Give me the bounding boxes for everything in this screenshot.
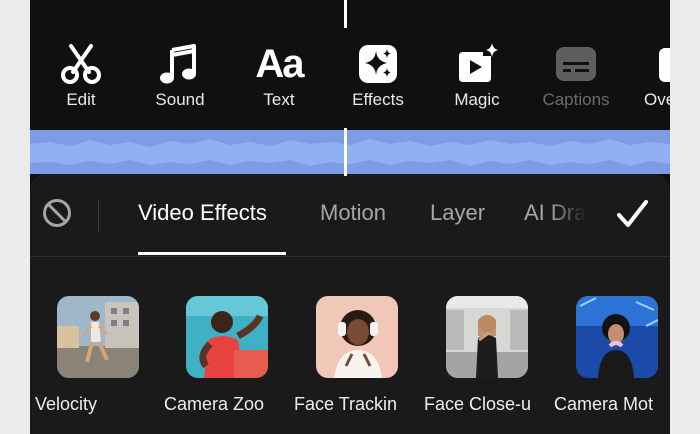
magic-video-icon [432, 42, 522, 86]
face-close-up-thumbnail [446, 296, 528, 378]
captions-tool-button[interactable]: Captions [531, 42, 621, 110]
magic-label: Magic [454, 90, 500, 109]
effect-label: Velocity [35, 394, 98, 414]
face-tracking-thumbnail [316, 296, 398, 378]
sparkles-icon [333, 42, 423, 86]
playhead[interactable] [344, 0, 347, 28]
active-tab-indicator [138, 252, 286, 255]
effect-label: Camera Mot [554, 394, 654, 414]
tab-video-effects[interactable]: Video Effects [138, 200, 267, 226]
overlay-label: Ove [644, 90, 670, 109]
effects-panel: Video Effects Motion Layer AI Dra [30, 174, 670, 434]
effect-label: Face Close-u [424, 394, 532, 414]
overlay-icon [630, 42, 670, 86]
edit-label: Edit [66, 90, 96, 109]
text-label: Text [263, 90, 295, 109]
audio-waveform-track[interactable] [30, 130, 670, 174]
no-effect-icon[interactable] [42, 198, 72, 228]
tab-layer[interactable]: Layer [430, 200, 485, 226]
panel-divider [30, 256, 670, 257]
sound-tool-button[interactable]: Sound [135, 42, 225, 110]
sound-label: Sound [155, 90, 205, 109]
tab-scroll-fade [550, 188, 602, 246]
text-tool-button[interactable]: Aa Text [234, 42, 324, 110]
effect-label: Face Trackin [294, 394, 398, 414]
video-editor-screen: Edit Sound Aa Text Effects Magic Caption… [30, 0, 670, 434]
effects-list: Velocity Camera Zoo Face Trackin Face Cl… [30, 292, 670, 432]
effects-tool-button[interactable]: Effects [333, 42, 423, 110]
checkmark-icon[interactable] [616, 198, 648, 230]
velocity-thumbnail [57, 296, 139, 378]
magic-tool-button[interactable]: Magic [432, 42, 522, 110]
music-note-icon [135, 42, 225, 86]
effects-label: Effects [352, 90, 404, 109]
tab-motion[interactable]: Motion [320, 200, 386, 226]
effects-tab-bar: Video Effects Motion Layer AI Dra [30, 174, 670, 256]
text-aa-icon: Aa [255, 42, 304, 86]
scissors-icon [36, 42, 126, 86]
edit-tool-button[interactable]: Edit [36, 42, 126, 110]
captions-icon [531, 42, 621, 86]
camera-zoom-thumbnail [186, 296, 268, 378]
effect-label: Camera Zoo [164, 394, 265, 414]
camera-motion-thumbnail [576, 296, 658, 378]
editor-toolbar: Edit Sound Aa Text Effects Magic Caption… [30, 34, 670, 124]
playhead-line[interactable] [344, 128, 347, 176]
captions-label: Captions [542, 90, 610, 109]
overlay-tool-button[interactable]: Ove [630, 42, 670, 110]
tab-separator [98, 200, 99, 232]
